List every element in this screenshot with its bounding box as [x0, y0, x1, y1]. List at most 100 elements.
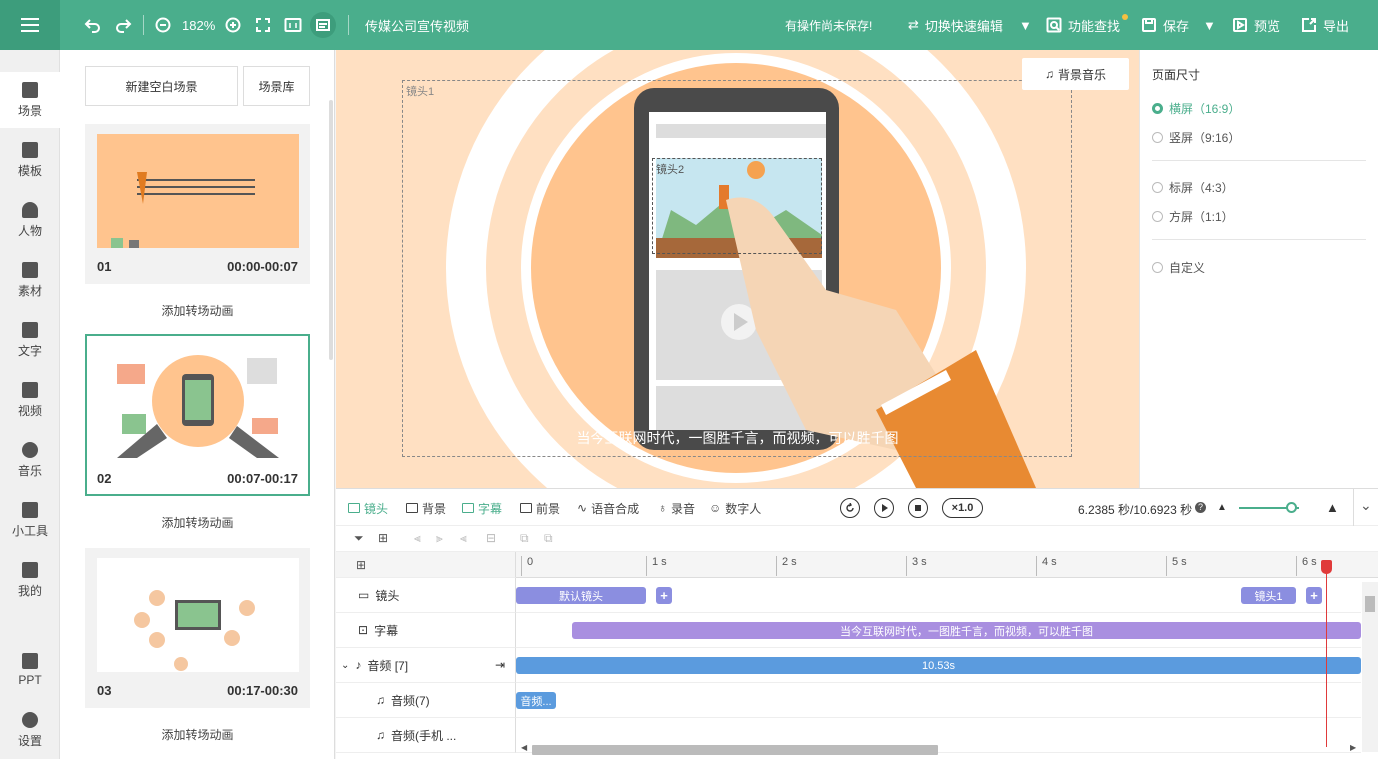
preview-button[interactable]: 预览: [1232, 0, 1280, 50]
quick-edit-dropdown[interactable]: ▼: [1019, 0, 1032, 50]
add-camera-button[interactable]: +: [1306, 587, 1322, 604]
fullscreen-icon[interactable]: [252, 0, 274, 50]
timeline-vscroll[interactable]: [1362, 582, 1378, 752]
tool-subtitle[interactable]: 字幕: [462, 489, 502, 527]
subtitle-toggle-icon[interactable]: [310, 0, 336, 50]
timeline-hscroll[interactable]: [532, 745, 938, 755]
tool-camera[interactable]: 镜头: [348, 489, 388, 527]
tool-tts[interactable]: ∿ 语音合成: [577, 489, 639, 527]
clip-camera1[interactable]: 镜头1: [1241, 587, 1296, 604]
music-note-icon: ♫: [376, 693, 385, 707]
zoom-in-icon[interactable]: [222, 0, 244, 50]
replay-icon[interactable]: [840, 498, 860, 518]
nav-video[interactable]: 视频: [0, 372, 60, 428]
zoom-out-icon[interactable]: [152, 0, 174, 50]
stop-icon[interactable]: [908, 498, 928, 518]
playhead-handle[interactable]: [1321, 560, 1332, 574]
tool-background[interactable]: 背景: [406, 489, 446, 527]
paste-icon[interactable]: ⧉: [544, 531, 553, 546]
nav-ppt[interactable]: PPT: [0, 642, 60, 698]
nav-tools[interactable]: 小工具: [0, 492, 60, 548]
align-left-icon[interactable]: ⫷: [414, 531, 421, 546]
nav-material[interactable]: 素材: [0, 252, 60, 308]
add-camera-button[interactable]: +: [656, 587, 672, 604]
tool-digital-human[interactable]: ☺ 数字人: [709, 489, 761, 527]
align-center-icon[interactable]: ⫸: [436, 531, 443, 546]
nav-mine[interactable]: 我的: [0, 552, 60, 608]
timeline-tracks: ⊞ 0 1 s 2 s 3 s 4 s 5 s 6 s ▭ 镜头 默认镜头 + 镜…: [336, 552, 1378, 759]
clip-subtitle[interactable]: 当今互联网时代，一图胜千言，而视频，可以胜千图: [572, 622, 1361, 639]
quick-edit-button[interactable]: ⇄ 切换快速编辑: [908, 0, 1003, 50]
nav-character[interactable]: 人物: [0, 192, 60, 248]
time-ruler[interactable]: 0 1 s 2 s 3 s 4 s 5 s 6 s: [516, 552, 1378, 578]
scene-duration: 00:17-00:30: [227, 683, 298, 698]
feature-search-button[interactable]: 功能查找: [1046, 0, 1129, 50]
redo-icon[interactable]: [112, 0, 134, 50]
layers-icon[interactable]: ⊞: [356, 558, 366, 572]
playhead-line[interactable]: [1326, 562, 1327, 747]
add-transition-link[interactable]: 添加转场动画: [85, 726, 310, 743]
export-button[interactable]: 导出: [1301, 0, 1349, 50]
save-dropdown[interactable]: ▼: [1203, 0, 1216, 50]
canvas-preview[interactable]: 镜头1 镜头2 当今互联网时代，一图胜千言，而视频，可以胜千图 ♫ 背景音乐: [336, 50, 1139, 488]
play-icon[interactable]: [874, 498, 894, 518]
distribute-icon[interactable]: ⊟: [486, 531, 496, 545]
toolbox-icon: [22, 501, 38, 518]
radio-portrait[interactable]: 竖屏（9:16）: [1152, 129, 1240, 146]
nav-music[interactable]: 音乐: [0, 432, 60, 488]
radio-custom[interactable]: 自定义: [1152, 259, 1205, 276]
scene-library-button[interactable]: 场景库: [243, 66, 310, 106]
music-note-icon: ♫: [376, 728, 385, 742]
group-icon[interactable]: ⊞: [378, 531, 388, 545]
track-label-audio[interactable]: ⌄ ♪ 音频 [7] ⇥: [336, 648, 516, 683]
clip-default-camera[interactable]: 默认镜头: [516, 587, 646, 604]
timeline-zoom-thumb[interactable]: [1286, 502, 1297, 513]
tool-record[interactable]: ♁ 录音: [658, 489, 695, 527]
canvas-subtitle[interactable]: 当今互联网时代，一图胜千言，而视频，可以胜千图: [336, 428, 1139, 448]
collapse-icon[interactable]: ⌄: [1360, 497, 1372, 514]
track-label-subtitle[interactable]: ⊡ 字幕: [336, 613, 516, 648]
help-icon[interactable]: ?: [1195, 502, 1206, 513]
scene-card-01[interactable]: 01 00:00-00:07: [85, 124, 310, 284]
add-transition-link[interactable]: 添加转场动画: [85, 514, 310, 531]
new-blank-scene-button[interactable]: 新建空白场景: [85, 66, 238, 106]
add-transition-link[interactable]: 添加转场动画: [85, 302, 310, 319]
background-music-button[interactable]: ♫ 背景音乐: [1022, 58, 1129, 90]
radio-standard[interactable]: 标屏（4:3）: [1152, 179, 1234, 196]
scene-card-03[interactable]: 03 00:17-00:30: [85, 548, 310, 708]
zoom-in-mountain-icon[interactable]: ▲: [1326, 500, 1339, 515]
clip-audio-small[interactable]: 音频...: [516, 692, 556, 709]
tool-foreground[interactable]: 前景: [520, 489, 560, 527]
radio-landscape[interactable]: 横屏（16:9）: [1152, 100, 1240, 117]
speed-button[interactable]: ×1.0: [942, 498, 983, 518]
import-icon[interactable]: ⇥: [495, 658, 505, 672]
undo-icon[interactable]: [82, 0, 104, 50]
filter-icon[interactable]: ⏷: [354, 531, 364, 546]
camera-frame-1[interactable]: [402, 80, 1072, 457]
track-label-audio-sub1[interactable]: ♫ 音频(7): [336, 683, 516, 718]
nav-scene[interactable]: 场景: [0, 72, 60, 128]
zoom-out-mountain-icon[interactable]: ▲: [1217, 502, 1227, 513]
scroll-left-icon[interactable]: ◀: [521, 743, 527, 752]
track-label-camera[interactable]: ▭ 镜头: [336, 578, 516, 613]
align-right-icon[interactable]: ⫷: [460, 531, 467, 546]
track-label-audio-sub2[interactable]: ♫ 音频(手机 ...: [336, 718, 516, 753]
menu-icon[interactable]: [0, 0, 60, 50]
scene-card-02[interactable]: 02 00:07-00:17: [85, 334, 310, 496]
chevron-down-icon[interactable]: ⌄: [341, 660, 349, 671]
nav-settings[interactable]: 设置: [0, 702, 60, 758]
scene-panel-scrollbar[interactable]: [329, 100, 333, 360]
ruler-tick: 0: [521, 556, 533, 576]
scroll-right-icon[interactable]: ▶: [1350, 743, 1356, 752]
clip-audio[interactable]: 10.53s: [516, 657, 1361, 674]
microphone-icon: ♁: [658, 501, 667, 515]
nav-text[interactable]: 文字: [0, 312, 60, 368]
radio-square[interactable]: 方屏（1:1）: [1152, 208, 1234, 225]
nav-template[interactable]: 模板: [0, 132, 60, 188]
copy-icon[interactable]: ⧉: [520, 531, 529, 546]
save-button[interactable]: 保存: [1141, 0, 1189, 50]
actual-size-icon[interactable]: [282, 0, 304, 50]
scene-panel: 新建空白场景 场景库 01 00:00-00:07 添加转场动画 02 00:0…: [60, 50, 335, 759]
video-icon: [22, 381, 38, 398]
project-title[interactable]: 传媒公司宣传视频: [365, 0, 469, 50]
